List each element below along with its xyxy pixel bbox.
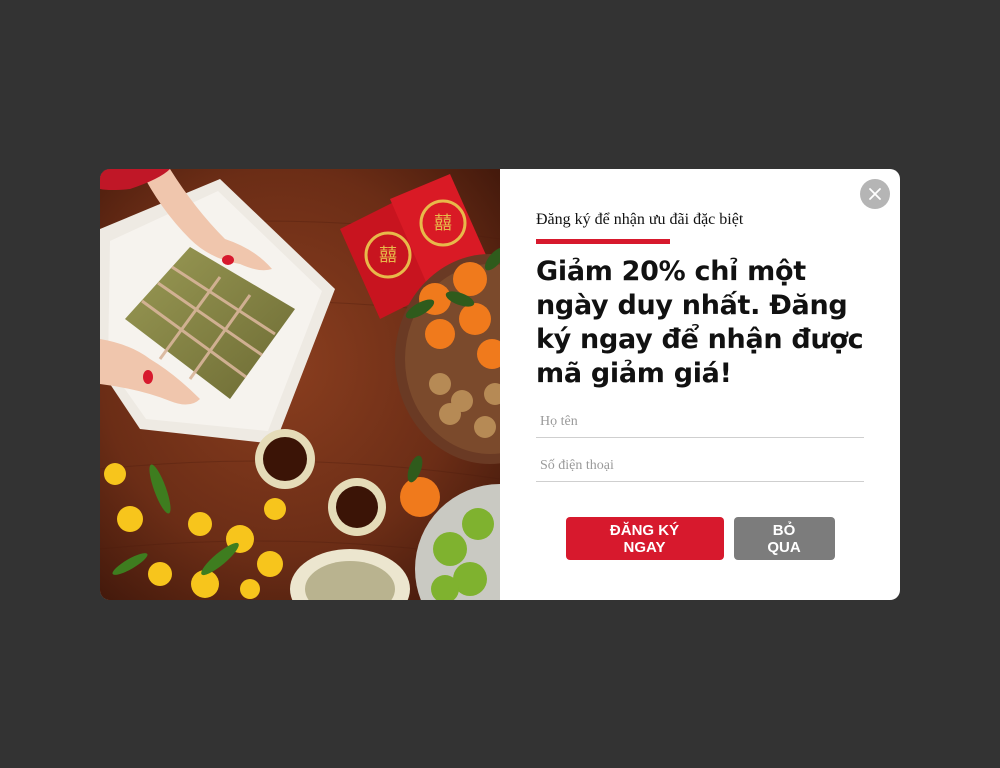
svg-text:囍: 囍 bbox=[434, 213, 452, 234]
skip-button[interactable]: BỎ QUA bbox=[733, 517, 835, 560]
close-button[interactable] bbox=[860, 179, 890, 209]
accent-divider bbox=[536, 239, 670, 244]
svg-text:囍: 囍 bbox=[379, 245, 397, 266]
name-input[interactable] bbox=[536, 408, 864, 438]
phone-input[interactable] bbox=[536, 452, 864, 482]
popup-headline: Giảm 20% chỉ một ngày duy nhất. Đăng ký … bbox=[536, 256, 864, 389]
hero-image: 囍 囍 bbox=[100, 169, 500, 600]
form-actions: ĐĂNG KÝ NGAY BỎ QUA bbox=[536, 517, 864, 560]
tet-table-illustration: 囍 囍 bbox=[100, 169, 500, 600]
close-icon bbox=[869, 188, 881, 200]
signup-popup: 囍 囍 Đăng ký để nhận ưu đãi đặc biệt Giảm… bbox=[100, 169, 900, 600]
popup-subtitle: Đăng ký để nhận ưu đãi đặc biệt bbox=[536, 211, 744, 228]
signup-form-panel: Đăng ký để nhận ưu đãi đặc biệt Giảm 20%… bbox=[500, 169, 900, 600]
register-button[interactable]: ĐĂNG KÝ NGAY bbox=[565, 517, 724, 560]
